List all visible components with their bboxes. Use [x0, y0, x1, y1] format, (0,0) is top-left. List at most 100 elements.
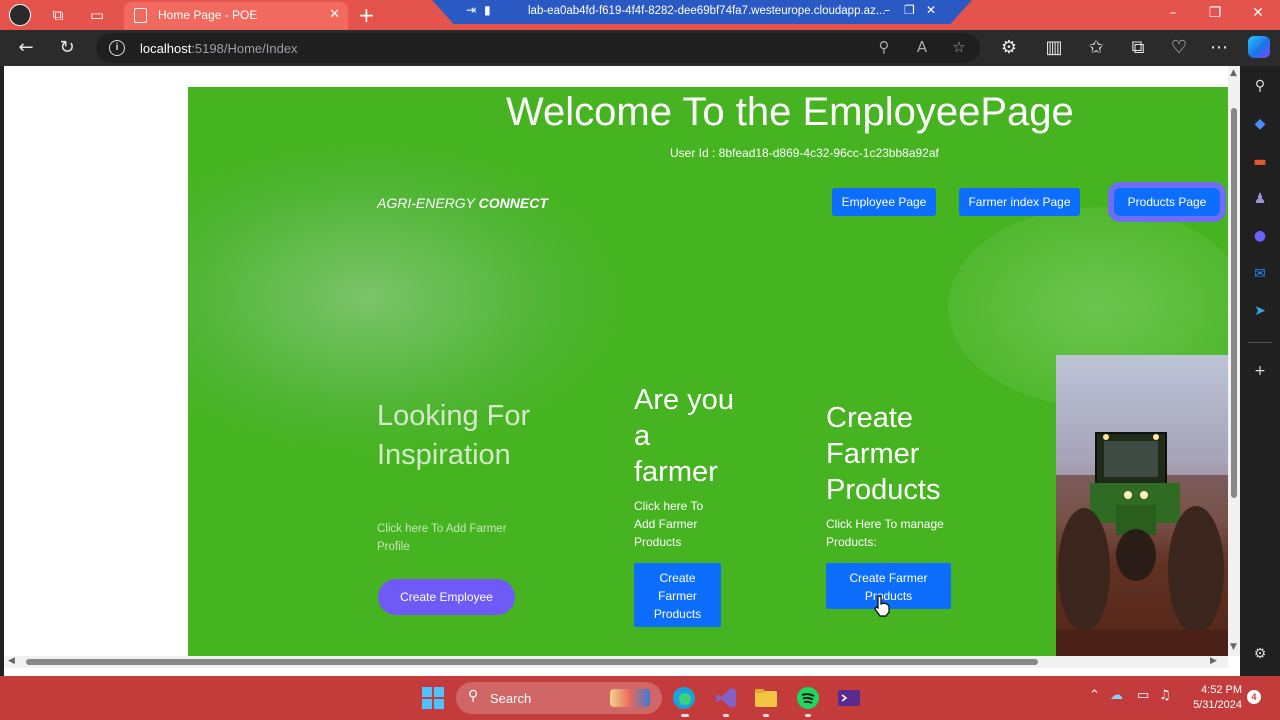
clock-date: 5/31/2024	[1193, 699, 1242, 711]
visual-studio-icon[interactable]	[714, 686, 738, 710]
farmer-text: Click here To Add Farmer Products	[634, 499, 704, 549]
zoom-icon[interactable]: ⚲	[874, 38, 894, 56]
sidebar-search-icon[interactable]: ⚲	[1250, 76, 1270, 96]
windows-taskbar: ⚲ Search ⌃ ☁ ▭ ♫ 4:52 PM 5/31/2024 4	[0, 676, 1280, 720]
farmer-heading: Are you a farmer	[634, 384, 734, 488]
search-icon: ⚲	[468, 688, 479, 704]
sidebar-divider	[1248, 342, 1272, 343]
edge-active-indicator	[681, 714, 689, 717]
split-screen-icon[interactable]: ▥	[1042, 36, 1066, 60]
workspaces-icon[interactable]: ⧉	[47, 5, 69, 25]
telegram-icon[interactable]: ➤	[1250, 301, 1270, 321]
brand-logo[interactable]: AGRI-ENERGY CONNECT	[377, 195, 548, 211]
page-favicon-icon	[134, 8, 147, 23]
clock-time: 4:52 PM	[1201, 684, 1242, 696]
employee-page-section: Welcome To the EmployeePage User Id : 8b…	[188, 87, 1228, 656]
tab-bar: ⧉ ▭ Home Page - POE ✕ + ⇥ ▮ lab-ea0ab4fd…	[0, 0, 1280, 30]
close-remote-icon[interactable]: ✕	[926, 3, 936, 17]
add-sidebar-app-icon[interactable]: +	[1250, 361, 1270, 381]
scroll-down-icon[interactable]: ▼	[1230, 642, 1237, 652]
scroll-left-icon[interactable]: ◀	[8, 656, 15, 666]
minimize-remote-icon[interactable]: –	[884, 3, 890, 17]
shopping-tag-icon[interactable]: ◆	[1250, 114, 1270, 134]
profile-avatar-icon[interactable]	[9, 4, 31, 26]
search-highlight-icon	[610, 689, 650, 707]
tractor-image	[1056, 355, 1228, 656]
favorite-star-icon[interactable]: ☆	[949, 38, 969, 56]
network-icon[interactable]: ▭	[1137, 688, 1149, 703]
read-aloud-icon[interactable]: A	[912, 38, 932, 56]
url-host: localhost	[140, 41, 192, 56]
outlook-icon[interactable]: ✉	[1250, 264, 1270, 284]
employee-page-button[interactable]: Employee Page	[832, 188, 936, 216]
terminal-icon[interactable]	[837, 686, 861, 710]
tray-overflow-icon[interactable]: ⌃	[1089, 688, 1100, 703]
manage-products-text: Click Here To manage Products:	[826, 517, 944, 549]
create-farmer-products-button-1[interactable]: Create Farmer Products	[634, 563, 721, 627]
remote-session-title: lab-ea0ab4fd-f619-4f4f-8282-dee69bf74fa7…	[528, 5, 886, 17]
favorites-icon[interactable]: ✩	[1084, 36, 1108, 60]
browser-essentials-icon[interactable]: ♡	[1167, 36, 1191, 60]
onedrive-icon[interactable]: ☁	[1110, 688, 1123, 703]
create-products-heading: Create Farmer Products	[826, 402, 941, 506]
taskbar-search[interactable]: ⚲ Search	[456, 682, 662, 714]
spotify-indicator	[805, 714, 811, 717]
new-tab-icon[interactable]: +	[358, 3, 375, 27]
restore-remote-icon[interactable]: ❐	[904, 3, 915, 17]
tools-icon[interactable]: ▬	[1250, 152, 1270, 172]
edge-taskbar-icon[interactable]	[672, 686, 696, 710]
games-icon[interactable]: ♟	[1250, 189, 1270, 209]
maximize-icon[interactable]: ❐	[1200, 5, 1230, 21]
tractor-illustration	[1056, 432, 1228, 656]
taskbar-clock[interactable]: 4:52 PM 5/31/2024	[1186, 683, 1242, 713]
edge-sidebar: ⚲ ◆ ▬ ♟ ● ✉ ➤ + ⚙	[1240, 66, 1280, 676]
refresh-icon[interactable]: ↻	[55, 36, 79, 60]
create-employee-button[interactable]: Create Employee	[378, 579, 515, 615]
horizontal-scrollbar[interactable]: ◀ ▶	[4, 656, 1228, 668]
pin-icon[interactable]: ⇥	[466, 3, 476, 17]
volume-icon[interactable]: ♫	[1159, 688, 1171, 703]
site-info-icon[interactable]: i	[109, 40, 125, 56]
vs-indicator	[723, 714, 729, 717]
page-title: Welcome To the EmployeePage	[506, 90, 1074, 134]
minimize-icon[interactable]: –	[1158, 5, 1188, 21]
file-explorer-icon[interactable]	[754, 686, 778, 710]
remote-connection-bar: ⇥ ▮ lab-ea0ab4fd-f619-4f4f-8282-dee69bf7…	[432, 0, 972, 24]
user-id-text: User Id : 8bfead18-d869-4c32-96cc-1c23bb…	[670, 146, 939, 160]
windows-start-icon[interactable]	[421, 686, 445, 710]
notification-badge[interactable]: 4	[1247, 690, 1261, 704]
close-window-icon[interactable]: ✕	[1243, 5, 1273, 21]
brand-name: AGRI-ENERGY	[377, 195, 479, 211]
vertical-scroll-thumb[interactable]	[1231, 108, 1237, 498]
hand-cursor-icon	[874, 595, 890, 617]
inspiration-heading: Looking For Inspiration	[377, 400, 531, 471]
close-tab-icon[interactable]: ✕	[329, 7, 340, 22]
signal-icon: ▮	[484, 3, 491, 17]
vertical-scrollbar[interactable]: ▲ ▼	[1228, 66, 1240, 656]
scroll-up-icon[interactable]: ▲	[1230, 68, 1237, 78]
m365-icon[interactable]: ●	[1250, 226, 1270, 246]
extensions-icon[interactable]: ⚙	[997, 36, 1021, 60]
search-label: Search	[490, 691, 532, 706]
tab-title: Home Page - POE	[158, 8, 258, 22]
more-menu-icon[interactable]: ⋯	[1207, 36, 1231, 60]
browser-toolbar: ← ↻ i localhost:5198/Home/Index ⚲ A ☆ ⚙ …	[0, 30, 1280, 66]
products-page-button[interactable]: Products Page	[1114, 188, 1220, 216]
scroll-right-icon[interactable]: ▶	[1210, 656, 1217, 666]
copilot-icon[interactable]	[1248, 36, 1270, 58]
address-url[interactable]: localhost:5198/Home/Index	[140, 41, 298, 56]
page-viewport: Welcome To the EmployeePage User Id : 8b…	[4, 66, 1240, 676]
explorer-indicator	[763, 714, 769, 717]
sidebar-settings-icon[interactable]: ⚙	[1250, 644, 1270, 664]
spotify-icon[interactable]	[796, 686, 820, 710]
farmer-index-page-button[interactable]: Farmer index Page	[959, 188, 1080, 216]
url-path: :5198/Home/Index	[191, 41, 298, 56]
brand-name-bold: CONNECT	[478, 195, 548, 211]
address-bar[interactable]: i localhost:5198/Home/Index ⚲ A ☆	[96, 33, 980, 63]
tab-actions-icon[interactable]: ▭	[86, 5, 108, 25]
back-icon[interactable]: ←	[14, 36, 38, 60]
horizontal-scroll-thumb[interactable]	[26, 659, 1038, 665]
collections-icon[interactable]: ⧉	[1126, 36, 1150, 60]
inspiration-text: Click here To Add Farmer Profile	[377, 523, 507, 553]
tab-home-page[interactable]: Home Page - POE ✕	[124, 2, 348, 30]
